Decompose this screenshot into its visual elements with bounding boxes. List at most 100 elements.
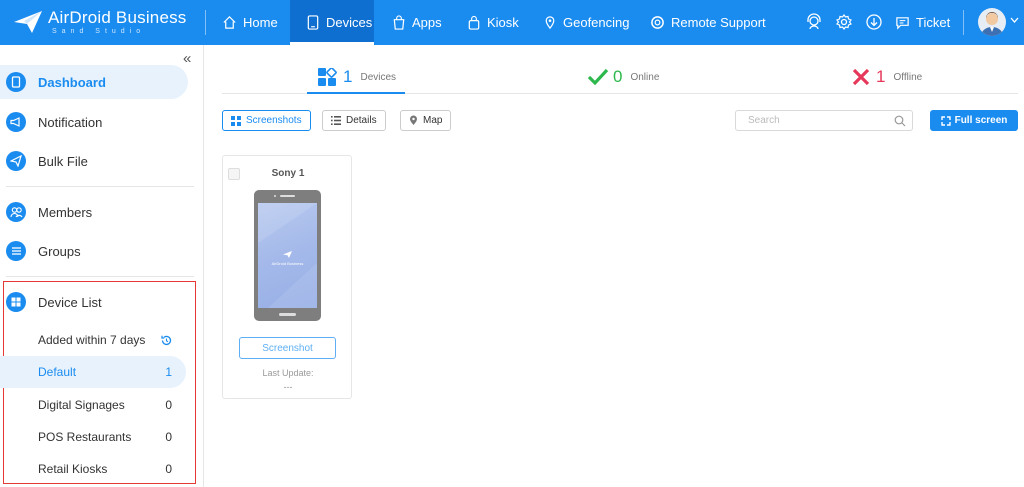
search-icon[interactable]	[894, 115, 906, 127]
sidebar-item-label: Members	[38, 204, 93, 220]
map-view-button[interactable]: Map	[400, 110, 452, 131]
megaphone-icon	[6, 112, 26, 132]
sidebar-item-label: Device List	[38, 294, 102, 310]
chat-icon	[896, 17, 909, 30]
active-stat-underline	[307, 92, 405, 94]
nav-apps-label: Apps	[412, 15, 442, 30]
collapse-sidebar-icon[interactable]: «	[183, 50, 191, 67]
search-field[interactable]	[735, 110, 913, 131]
stat-online[interactable]: 0 Online	[587, 60, 659, 94]
close-icon	[852, 68, 870, 86]
sidebar-item-bulk-file[interactable]: Bulk File	[0, 144, 188, 178]
full-screen-button[interactable]: Full screen	[930, 110, 1018, 131]
devices-label: Devices	[360, 71, 397, 83]
nav-kiosk[interactable]: Kiosk	[467, 0, 519, 45]
chevron-down-icon[interactable]	[1010, 17, 1019, 23]
sidebar-item-label: Dashboard	[38, 74, 106, 90]
details-view-label: Details	[346, 115, 377, 126]
last-update-value: ---	[283, 382, 293, 392]
device-list-item-label: Added within 7 days	[38, 333, 146, 347]
device-name: Sony 1	[271, 168, 305, 179]
take-screenshot-button[interactable]: Screenshot	[239, 337, 336, 359]
sidebar-item-device-list[interactable]: Device List	[0, 285, 188, 319]
screenshots-view-button[interactable]: Screenshots	[222, 110, 311, 131]
phone-icon: AirDroid Business	[254, 190, 321, 321]
ticket-label: Ticket	[916, 15, 951, 30]
check-icon	[587, 68, 609, 86]
device-list-item-label: Default	[38, 365, 77, 379]
sidebar-item-dashboard[interactable]: Dashboard	[0, 65, 188, 99]
stat-devices[interactable]: 1 Devices	[318, 60, 396, 94]
phone-speaker	[280, 195, 295, 197]
home-icon	[223, 16, 236, 29]
device-card[interactable]: Sony 1 AirDroid Business Screenshot Last…	[222, 155, 352, 399]
download-icon[interactable]	[865, 13, 883, 31]
shopping-bag-icon	[393, 15, 405, 30]
nav-geofencing[interactable]: Geofencing	[543, 0, 630, 45]
list-icon	[6, 241, 26, 261]
sidebar-item-groups[interactable]: Groups	[0, 234, 188, 268]
device-list-item-default[interactable]: Default 1	[0, 356, 186, 388]
stat-offline[interactable]: 1 Offline	[852, 60, 922, 94]
online-label: Online	[630, 71, 660, 83]
airdroid-logo-icon	[14, 11, 42, 33]
history-icon	[161, 335, 172, 345]
sidebar-item-members[interactable]: Members	[0, 195, 188, 229]
devices-count: 1	[343, 67, 353, 86]
last-update-label: Last Update:	[262, 368, 314, 378]
screenshots-view-label: Screenshots	[246, 115, 302, 126]
device-list-item-label: Retail Kiosks	[38, 462, 108, 476]
list-icon	[331, 116, 341, 125]
device-screen-preview: AirDroid Business	[258, 203, 317, 308]
device-list-item-added-7-days[interactable]: Added within 7 days	[0, 324, 186, 356]
device-list-item-pos-restaurants[interactable]: POS Restaurants 0	[0, 421, 186, 453]
grid-icon	[231, 115, 241, 126]
top-navigation-bar: AirDroid Business Sand Studio Home Devic…	[0, 0, 1024, 45]
sidebar: « Dashboard Notification Bulk File Membe…	[0, 45, 204, 487]
nav-home[interactable]: Home	[222, 0, 278, 45]
device-list-item-label: Digital Signages	[38, 398, 125, 412]
nav-remote-support-label: Remote Support	[671, 15, 766, 30]
lock-icon	[468, 15, 480, 30]
nav-geofencing-label: Geofencing	[563, 15, 630, 30]
online-count: 0	[613, 67, 623, 86]
users-icon	[6, 202, 26, 222]
brand-logo[interactable]: AirDroid Business Sand Studio	[12, 6, 192, 40]
nav-devices-label: Devices	[326, 15, 373, 30]
sidebar-divider	[6, 276, 194, 277]
tablet-icon	[307, 15, 319, 30]
fullscreen-icon	[940, 115, 951, 126]
brand-subtitle: Sand Studio	[52, 28, 146, 35]
device-count: 0	[165, 462, 172, 476]
lifebuoy-icon	[651, 16, 664, 29]
avatar[interactable]	[978, 8, 1006, 36]
send-icon	[6, 151, 26, 171]
phone-home-button	[279, 313, 296, 316]
user-avatar-icon	[981, 12, 1003, 36]
ticket-button[interactable]: Ticket	[895, 0, 950, 45]
offline-count: 1	[876, 67, 886, 86]
sidebar-item-label: Bulk File	[38, 153, 88, 169]
nav-divider-right	[963, 10, 964, 35]
support-agent-icon[interactable]	[805, 13, 823, 31]
device-list-item-digital-signages[interactable]: Digital Signages 0	[0, 389, 186, 421]
grid-icon	[6, 292, 26, 312]
map-pin-icon	[410, 115, 417, 125]
nav-devices[interactable]: Devices	[290, 0, 374, 45]
nav-remote-support[interactable]: Remote Support	[650, 0, 766, 45]
nav-kiosk-label: Kiosk	[487, 15, 519, 30]
device-count: 1	[165, 365, 172, 379]
nav-home-label: Home	[243, 15, 278, 30]
map-pin-icon	[545, 16, 555, 30]
nav-apps[interactable]: Apps	[392, 0, 442, 45]
sidebar-divider	[6, 186, 194, 187]
device-list-item-retail-kiosks[interactable]: Retail Kiosks 0	[0, 453, 186, 485]
brand-name: AirDroid Business	[48, 8, 187, 27]
details-view-button[interactable]: Details	[322, 110, 386, 131]
nav-divider	[205, 10, 206, 35]
search-input[interactable]	[736, 111, 886, 130]
sidebar-item-label: Notification	[38, 114, 103, 130]
sidebar-item-notification[interactable]: Notification	[0, 105, 188, 139]
gear-icon[interactable]	[835, 13, 853, 31]
sidebar-item-label: Groups	[38, 243, 81, 259]
